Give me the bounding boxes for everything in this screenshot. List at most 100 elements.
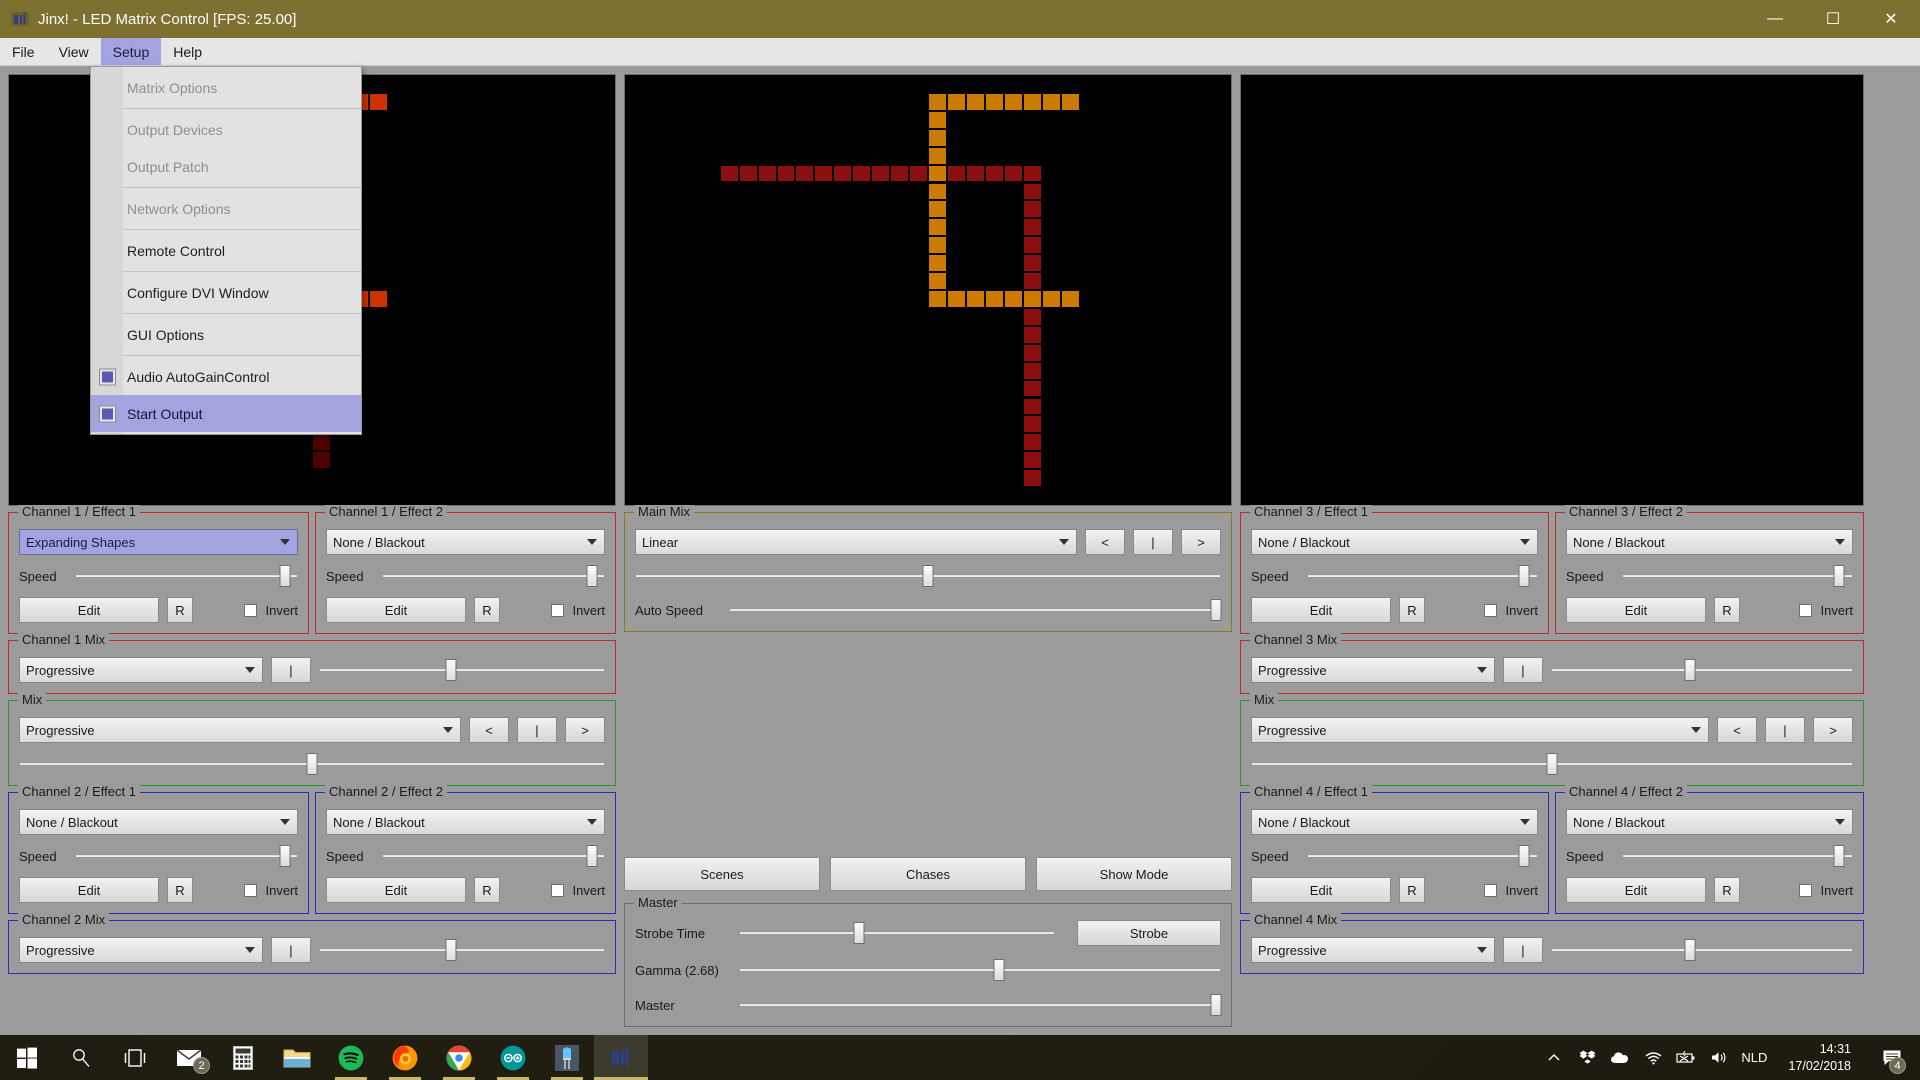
ch3-effect2-speed-slider[interactable] xyxy=(1622,565,1853,587)
ch2-mix-center-button[interactable]: | xyxy=(271,937,311,963)
mix-left-prev-button[interactable]: < xyxy=(469,717,509,743)
ch1-mix-mode-select[interactable]: Progressive xyxy=(19,657,263,683)
slider-thumb[interactable] xyxy=(586,565,598,587)
chases-button[interactable]: Chases xyxy=(830,857,1026,891)
ch1-effect1-speed-slider[interactable] xyxy=(75,565,298,587)
ch1-mix-center-button[interactable]: | xyxy=(271,657,311,683)
file-explorer-app[interactable] xyxy=(270,1035,324,1080)
setup-menu-item-gui-options[interactable]: GUI Options xyxy=(91,316,361,353)
ch1-effect1-select[interactable]: Expanding Shapes xyxy=(19,529,298,555)
menu-file[interactable]: File xyxy=(0,38,47,65)
ch4-effect1-edit-button[interactable]: Edit xyxy=(1251,877,1391,903)
ch2-effect1-speed-slider[interactable] xyxy=(75,845,298,867)
led-app[interactable] xyxy=(540,1035,594,1080)
ch3-effect1-invert-checkbox[interactable] xyxy=(1484,603,1498,617)
mix-right-center-button[interactable]: | xyxy=(1765,717,1805,743)
close-button[interactable]: ✕ xyxy=(1862,0,1920,38)
ch2-effect2-invert-checkbox[interactable] xyxy=(551,883,565,897)
volume-icon[interactable] xyxy=(1708,1035,1730,1080)
ch2-mix-fader[interactable] xyxy=(319,939,605,961)
ch4-effect2-edit-button[interactable]: Edit xyxy=(1566,877,1706,903)
menu-help[interactable]: Help xyxy=(161,38,214,65)
strobe-time-slider[interactable] xyxy=(739,922,1055,944)
show-hidden-icons-icon[interactable] xyxy=(1543,1035,1565,1080)
show-mode-button[interactable]: Show Mode xyxy=(1036,857,1232,891)
ch2-effect1-reset-button[interactable]: R xyxy=(167,877,193,903)
jinx-app[interactable] xyxy=(594,1035,648,1080)
ch2-effect2-speed-slider[interactable] xyxy=(382,845,605,867)
ch4-mix-fader[interactable] xyxy=(1551,939,1853,961)
main-mix-crossfader[interactable] xyxy=(635,565,1221,587)
ch4-mix-center-button[interactable]: | xyxy=(1503,937,1543,963)
slider-thumb[interactable] xyxy=(279,845,291,867)
preview-channel-right[interactable] xyxy=(1240,74,1864,506)
strobe-button[interactable]: Strobe xyxy=(1077,920,1221,946)
ch1-effect2-select[interactable]: None / Blackout xyxy=(326,529,605,555)
ch3-effect1-select[interactable]: None / Blackout xyxy=(1251,529,1538,555)
slider-thumb[interactable] xyxy=(1518,845,1530,867)
master-slider[interactable] xyxy=(739,994,1222,1016)
ch4-effect2-select[interactable]: None / Blackout xyxy=(1566,809,1853,835)
ch3-mix-mode-select[interactable]: Progressive xyxy=(1251,657,1495,683)
ch3-mix-fader[interactable] xyxy=(1551,659,1853,681)
mail-app[interactable]: 2 xyxy=(162,1035,216,1080)
wifi-icon[interactable] xyxy=(1642,1035,1664,1080)
ch3-effect2-select[interactable]: None / Blackout xyxy=(1566,529,1853,555)
slider-thumb[interactable] xyxy=(445,939,457,961)
arduino-app[interactable] xyxy=(486,1035,540,1080)
minimize-button[interactable]: — xyxy=(1746,0,1804,38)
dropbox-icon[interactable] xyxy=(1576,1035,1598,1080)
main-mix-auto-speed-slider[interactable] xyxy=(729,599,1222,621)
ch1-effect1-reset-button[interactable]: R xyxy=(167,597,193,623)
search-button[interactable] xyxy=(54,1035,108,1080)
ch3-effect1-edit-button[interactable]: Edit xyxy=(1251,597,1391,623)
notification-center-button[interactable]: 4 xyxy=(1872,1035,1912,1080)
ch3-mix-center-button[interactable]: | xyxy=(1503,657,1543,683)
ch2-effect1-select[interactable]: None / Blackout xyxy=(19,809,298,835)
ch2-effect2-reset-button[interactable]: R xyxy=(474,877,500,903)
ch1-effect1-invert-checkbox[interactable] xyxy=(244,603,258,617)
battery-icon[interactable] xyxy=(1675,1035,1697,1080)
setup-menu-item-start-output[interactable]: Start Output xyxy=(91,395,361,432)
spotify-app[interactable] xyxy=(324,1035,378,1080)
slider-thumb[interactable] xyxy=(853,922,865,944)
scenes-button[interactable]: Scenes xyxy=(624,857,820,891)
mix-right-next-button[interactable]: > xyxy=(1813,717,1853,743)
slider-thumb[interactable] xyxy=(1210,599,1222,621)
ch1-effect1-edit-button[interactable]: Edit xyxy=(19,597,159,623)
main-mix-center-button[interactable]: | xyxy=(1133,529,1173,555)
language-indicator[interactable]: NLD xyxy=(1741,1035,1767,1080)
clock[interactable]: 14:31 17/02/2018 xyxy=(1778,1035,1861,1080)
slider-thumb[interactable] xyxy=(1518,565,1530,587)
main-mix-mode-select[interactable]: Linear xyxy=(635,529,1077,555)
slider-thumb[interactable] xyxy=(922,565,934,587)
menu-view[interactable]: View xyxy=(47,38,101,65)
main-mix-prev-button[interactable]: < xyxy=(1085,529,1125,555)
ch2-effect2-select[interactable]: None / Blackout xyxy=(326,809,605,835)
slider-thumb[interactable] xyxy=(1684,659,1696,681)
ch4-effect2-speed-slider[interactable] xyxy=(1622,845,1853,867)
task-view-button[interactable] xyxy=(108,1035,162,1080)
ch4-effect1-invert-checkbox[interactable] xyxy=(1484,883,1498,897)
ch3-effect2-reset-button[interactable]: R xyxy=(1714,597,1740,623)
onedrive-icon[interactable] xyxy=(1609,1035,1631,1080)
slider-thumb[interactable] xyxy=(1833,565,1845,587)
slider-thumb[interactable] xyxy=(306,753,318,775)
setup-menu-item-remote-control[interactable]: Remote Control xyxy=(91,232,361,269)
ch4-mix-mode-select[interactable]: Progressive xyxy=(1251,937,1495,963)
setup-menu-item-configure-dvi-window[interactable]: Configure DVI Window xyxy=(91,274,361,311)
ch2-effect1-invert-checkbox[interactable] xyxy=(244,883,258,897)
main-mix-next-button[interactable]: > xyxy=(1181,529,1221,555)
gamma-slider[interactable] xyxy=(739,959,1221,981)
ch1-effect2-speed-slider[interactable] xyxy=(382,565,605,587)
ch3-effect2-edit-button[interactable]: Edit xyxy=(1566,597,1706,623)
preview-main-output[interactable] xyxy=(624,74,1232,506)
slider-thumb[interactable] xyxy=(1546,753,1558,775)
start-button[interactable] xyxy=(0,1035,54,1080)
calculator-app[interactable] xyxy=(216,1035,270,1080)
ch1-effect2-edit-button[interactable]: Edit xyxy=(326,597,466,623)
mix-left-fader[interactable] xyxy=(19,753,605,775)
slider-thumb[interactable] xyxy=(279,565,291,587)
mix-left-next-button[interactable]: > xyxy=(565,717,605,743)
ch4-effect1-reset-button[interactable]: R xyxy=(1399,877,1425,903)
